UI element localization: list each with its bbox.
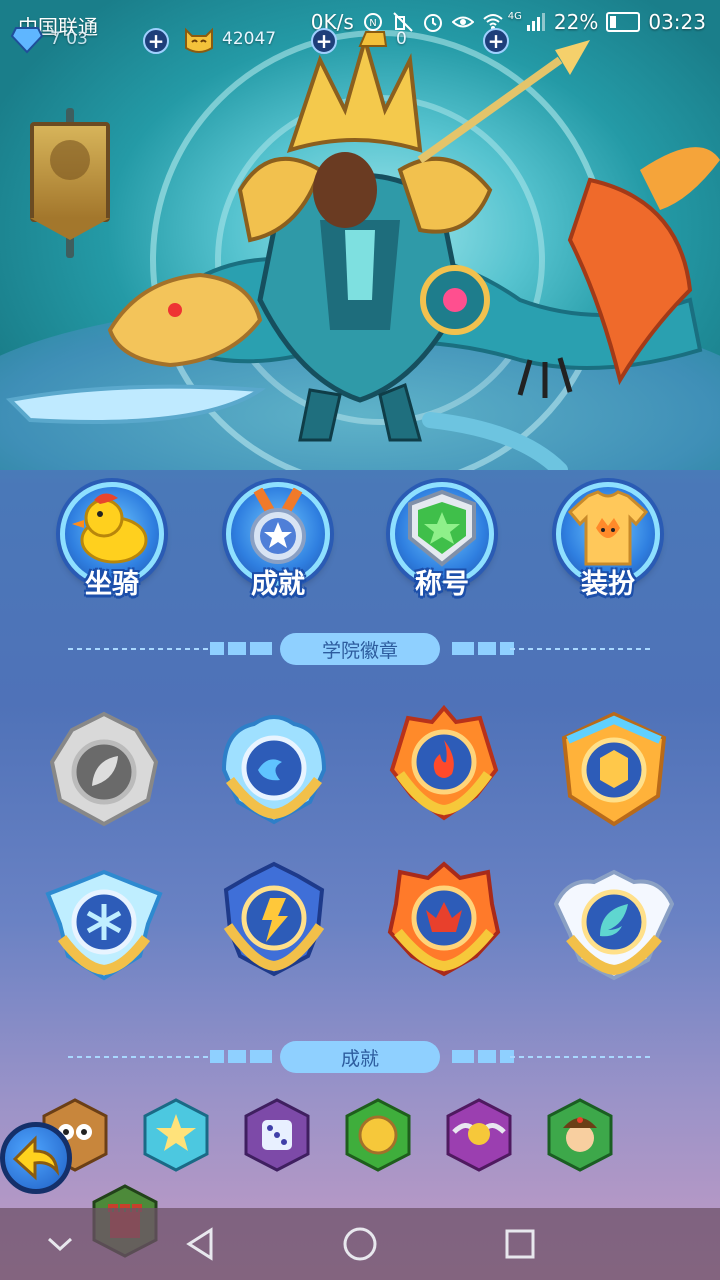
dragon-eye (168, 303, 182, 317)
achievement-button[interactable]: 成就 (222, 482, 334, 604)
network-type: 4G (507, 10, 522, 22)
achievements-section-title: 成就 (280, 1041, 440, 1073)
achievements-section-header: 成就 (0, 1041, 720, 1075)
hide-nav-button[interactable] (35, 1222, 85, 1266)
system-back-button[interactable] (175, 1222, 225, 1266)
character-showcase (0, 0, 720, 470)
add-coin-button[interactable]: + (311, 28, 337, 54)
armored-hero-character (5, 32, 720, 470)
back-button[interactable] (0, 1122, 72, 1194)
mount-button[interactable]: 坐骑 (56, 482, 168, 604)
gem (443, 288, 467, 312)
cat-face-icon (185, 27, 213, 53)
badges-section-title: 学院徽章 (280, 633, 440, 665)
mount-label: 坐骑 (85, 569, 139, 600)
achievement-label: 成就 (251, 569, 305, 600)
diamond-icon (10, 27, 44, 54)
outfit-label: 装扮 (581, 569, 635, 600)
eye-icon (451, 16, 474, 28)
system-recents-button[interactable] (495, 1222, 545, 1266)
soldier-achievement[interactable] (545, 1098, 615, 1172)
sun-badge[interactable] (554, 710, 674, 830)
back-triangle-icon (186, 1227, 213, 1261)
snowflake-badge[interactable] (44, 864, 164, 984)
coin-achievement[interactable] (343, 1098, 413, 1172)
flame-badge[interactable] (384, 704, 504, 824)
token-amount: 0 (396, 29, 407, 49)
add-token-button[interactable]: + (483, 28, 509, 54)
recents-square-icon (505, 1229, 535, 1259)
glaive-blade (5, 384, 266, 424)
add-diamond-button[interactable]: + (143, 28, 169, 54)
outfit-button[interactable]: 装扮 (552, 482, 664, 604)
badges-section-header: 学院徽章 (0, 633, 720, 667)
chevron-down-icon (47, 1237, 73, 1252)
winged-medal-achievement[interactable] (444, 1098, 514, 1172)
system-navigation-bar (0, 1208, 720, 1280)
system-home-button[interactable] (335, 1222, 385, 1266)
battery-percent: 22% (553, 10, 599, 34)
diamond-amount: 7 03 (50, 29, 88, 49)
lightning-badge[interactable] (214, 860, 334, 980)
back-arrow-icon (12, 1135, 59, 1181)
battery-icon (606, 12, 641, 32)
currency-diamond: 7 03 (10, 22, 88, 56)
title-label: 称号 (415, 569, 469, 600)
home-circle-icon (343, 1227, 377, 1261)
medal-icon (250, 488, 306, 564)
wing-badge[interactable] (554, 864, 674, 984)
dice-achievement[interactable] (242, 1098, 312, 1172)
title-button[interactable]: 称号 (386, 482, 498, 604)
alarm-icon (423, 14, 442, 32)
coin-amount: 42047 (222, 29, 277, 49)
gold-bar-icon (358, 31, 388, 47)
fox-sweater-icon (567, 490, 649, 566)
currency-coin: 42047 (182, 22, 276, 56)
hero-head (313, 152, 377, 228)
leaf-badge[interactable] (44, 710, 164, 830)
currency-token: 0 (356, 22, 407, 56)
star-shield-achievement[interactable] (141, 1098, 211, 1172)
wave-badge[interactable] (214, 710, 334, 830)
spear (417, 56, 563, 164)
crown-helmet (286, 32, 423, 154)
phoenix-badge[interactable] (384, 860, 504, 980)
signal-icon (526, 13, 545, 31)
clock: 03:23 (648, 10, 706, 34)
duck-mount-icon (72, 493, 148, 564)
star-title-icon (408, 489, 476, 567)
